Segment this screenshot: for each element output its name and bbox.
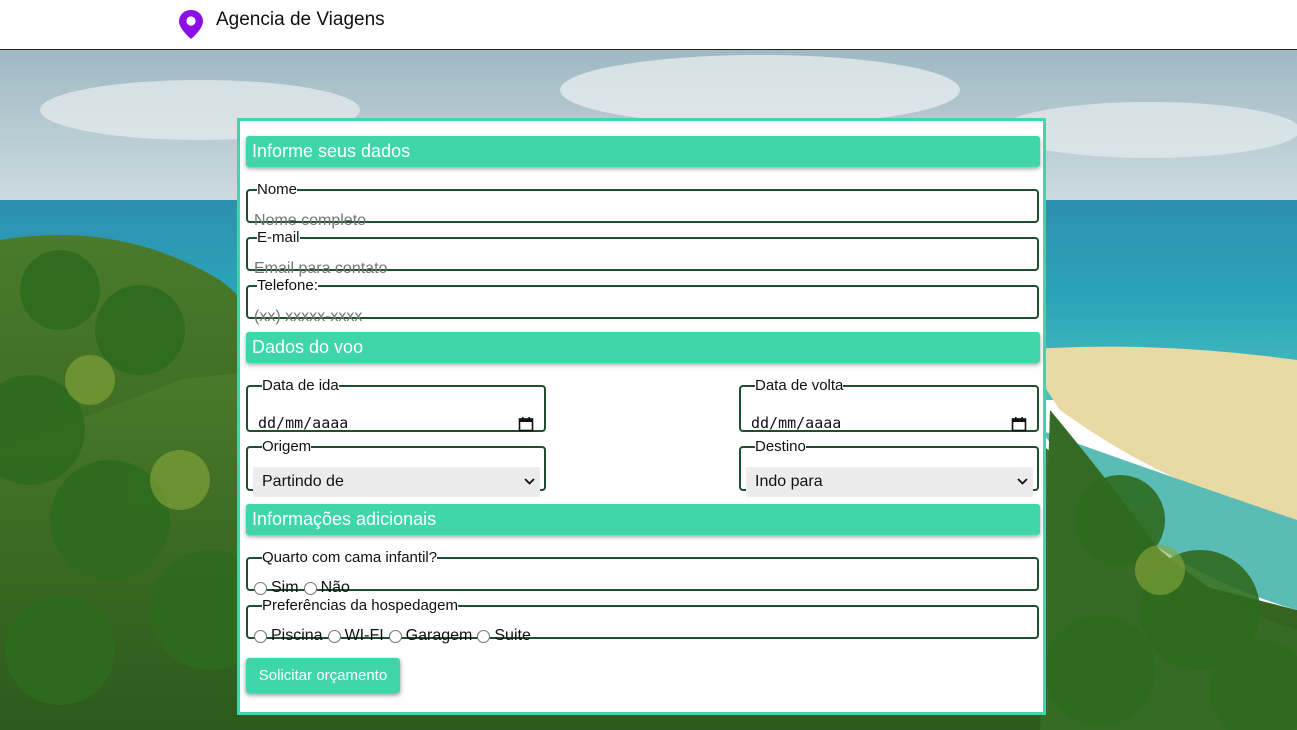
return-date-value: dd/mm/aaaa [751, 414, 842, 432]
departure-date-input[interactable]: dd/mm/aaaa [258, 414, 534, 434]
origin-fieldset: Origem Partindo de [246, 438, 546, 497]
departure-date-fieldset: Data de ida dd/mm/aaaa [246, 378, 546, 432]
origin-selected-value: Partindo de [262, 473, 344, 490]
email-label: E-mail [257, 229, 300, 246]
radio-nao[interactable] [303, 581, 317, 595]
radio-sim[interactable] [254, 581, 267, 595]
radio-suite[interactable] [477, 629, 491, 643]
radio-garagem-label[interactable]: Garagem [406, 627, 473, 645]
return-date-label: Data de volta [755, 377, 844, 394]
radio-suite-label[interactable]: Suite [494, 627, 530, 645]
preferences-fieldset: Preferências da hospedagem Piscina WI-FI… [246, 597, 1039, 644]
origin-label: Origem [262, 438, 312, 455]
departure-date-value: dd/mm/aaaa [258, 414, 349, 432]
destination-select[interactable]: Indo para [746, 467, 1033, 497]
preferences-label: Preferências da hospedagem [262, 597, 458, 614]
email-input[interactable] [252, 259, 1032, 279]
radio-wifi[interactable] [327, 629, 341, 643]
child-bed-label: Quarto com cama infantil? [262, 549, 438, 566]
top-navbar: Agencia de Viagens [0, 0, 1297, 50]
name-input[interactable] [252, 211, 1032, 231]
destination-fieldset: Destino Indo para [739, 438, 1039, 497]
origin-select[interactable]: Partindo de [253, 467, 540, 497]
radio-piscina-label[interactable]: Piscina [271, 627, 323, 645]
departure-date-label: Data de ida [262, 377, 339, 394]
request-quote-button[interactable]: Solicitar orçamento [246, 658, 400, 693]
radio-garagem[interactable] [388, 629, 402, 643]
brand-title[interactable]: Agencia de Viagens [216, 9, 385, 31]
child-bed-options: Sim Não [254, 579, 355, 597]
phone-fieldset: Telefone: [246, 277, 1039, 327]
radio-sim-label[interactable]: Sim [271, 579, 299, 597]
return-date-fieldset: Data de volta dd/mm/aaaa [739, 378, 1039, 432]
return-date-input[interactable]: dd/mm/aaaa [751, 414, 1027, 434]
name-label: Nome [257, 181, 298, 198]
map-pin-icon [179, 10, 203, 39]
phone-input[interactable] [252, 307, 1032, 327]
chevron-down-icon [524, 478, 535, 485]
preferences-options: Piscina WI-FI Garagem Suite [254, 627, 536, 645]
destination-label: Destino [755, 438, 806, 455]
calendar-icon[interactable] [518, 416, 534, 432]
section-header-flight: Dados do voo [246, 332, 1040, 363]
phone-label: Telefone: [257, 277, 318, 294]
quote-form-card: Informe seus dados Nome E-mail Telefone:… [237, 118, 1046, 715]
name-fieldset: Nome [246, 181, 1039, 231]
chevron-down-icon [1017, 478, 1028, 485]
radio-piscina[interactable] [254, 629, 267, 643]
section-header-personal: Informe seus dados [246, 136, 1040, 167]
email-fieldset: E-mail [246, 229, 1039, 279]
child-bed-fieldset: Quarto com cama infantil? Sim Não [246, 549, 1039, 596]
section-header-extra: Informações adicionais [246, 504, 1040, 535]
radio-nao-label[interactable]: Não [321, 579, 350, 597]
destination-selected-value: Indo para [755, 473, 823, 490]
calendar-icon[interactable] [1011, 416, 1027, 432]
radio-wifi-label[interactable]: WI-FI [345, 627, 384, 645]
